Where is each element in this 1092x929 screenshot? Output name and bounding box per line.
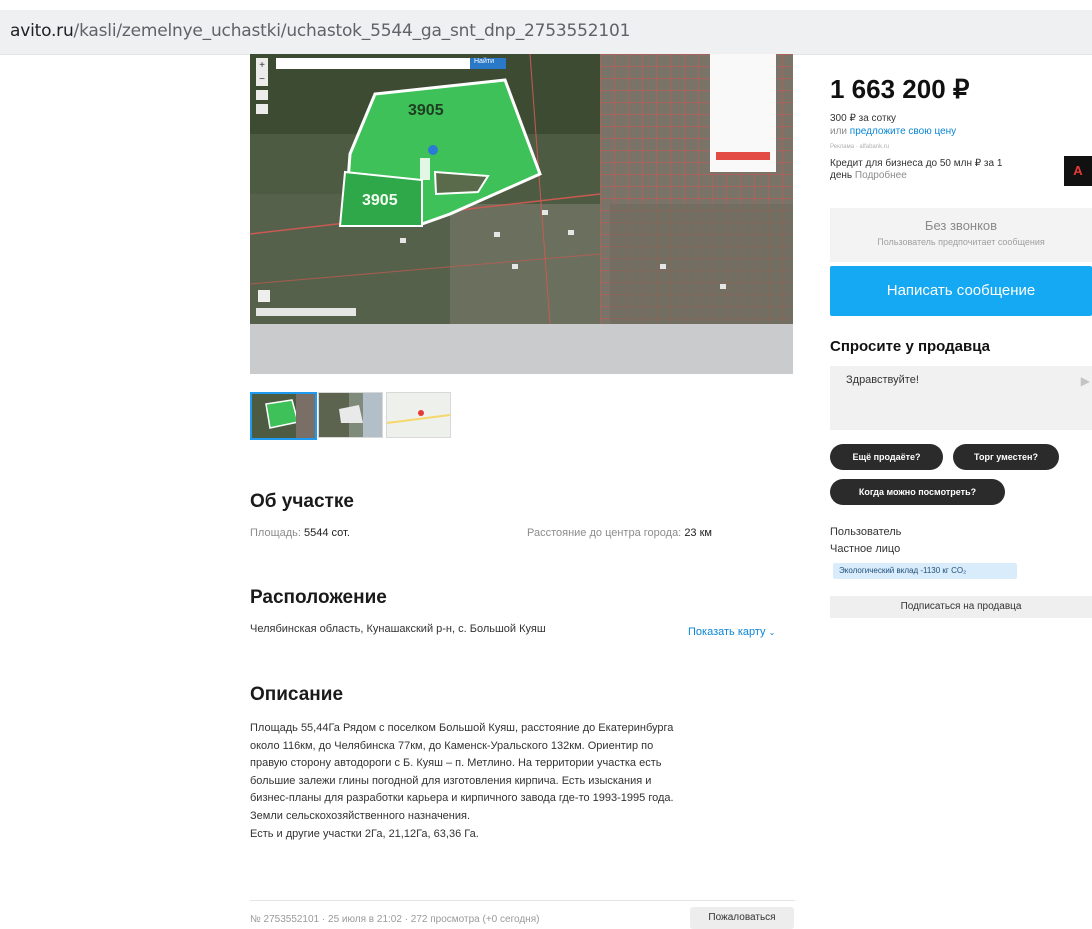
browser-address-bar[interactable]: avito.ru/kasli/zemelnye_uchastki/uchasto…: [0, 10, 1092, 55]
chip-still-selling[interactable]: Ещё продаёте?: [830, 444, 943, 470]
seller-type: Частное лицо: [830, 543, 901, 555]
main-photo[interactable]: + − 3905 3905 Найти: [250, 54, 793, 374]
thumbnail-1[interactable]: [250, 392, 317, 440]
description-text: Площадь 55,44Га Рядом с поселком Большой…: [250, 722, 674, 840]
svg-text:+: +: [259, 60, 265, 71]
parcel-label-1: 3905: [408, 102, 444, 119]
chevron-down-icon: ⌄: [768, 628, 776, 637]
offer-price-link[interactable]: предложите свою цену: [850, 126, 956, 137]
eco-badge: Экологический вклад -1130 кг CO₂: [833, 563, 1017, 579]
parcel-label-2: 3905: [362, 192, 398, 209]
chip-when-view[interactable]: Когда можно посмотреть?: [830, 479, 1005, 505]
ask-seller-title: Спросите у продавца: [830, 338, 990, 355]
no-calls-subtitle: Пользователь предпочитает сообщения: [877, 237, 1045, 247]
address-text: Челябинская область, Кунашакский р-н, с.…: [250, 623, 546, 635]
map-search-label: Найти: [474, 58, 494, 65]
url-text: avito.ru/kasli/zemelnye_uchastki/uchasto…: [10, 21, 631, 41]
area-value: 5544 сот.: [304, 527, 350, 539]
credit-more-link[interactable]: Подробнее: [855, 170, 907, 181]
listing-footer: № 2753552101 · 25 июля в 21:02 · 272 про…: [250, 900, 795, 929]
area-row: Площадь: 5544 сот.: [250, 527, 350, 539]
price: 1 663 200 ₽: [830, 74, 970, 104]
chip-bargain[interactable]: Торг уместен?: [953, 444, 1059, 470]
offer-price-row: или предложите свою цену: [830, 126, 957, 137]
alfabank-logo-icon: А: [1064, 156, 1092, 186]
distance-value: 23 км: [684, 527, 712, 539]
listing-meta: № 2753552101 · 25 июля в 21:02 · 272 про…: [250, 914, 540, 925]
svg-text:−: −: [259, 74, 265, 85]
ask-seller-input[interactable]: Здравствуйте! ▶: [830, 366, 1092, 430]
seller-name[interactable]: Пользователь: [830, 526, 901, 538]
no-calls-title: Без звонков: [924, 218, 998, 233]
map-pin-icon: [428, 145, 438, 155]
show-map-link[interactable]: Показать карту ⌄: [688, 626, 775, 638]
subscribe-button[interactable]: Подписаться на продавца: [830, 596, 1092, 618]
price-per-unit: 300 ₽ за сотку: [830, 113, 897, 124]
distance-row: Расстояние до центра города: 23 км: [527, 527, 712, 539]
ad-label: Реклама · alfabank.ru: [830, 144, 890, 150]
write-message-button[interactable]: Написать сообщение: [830, 266, 1092, 316]
thumbnail-3[interactable]: [386, 392, 451, 438]
send-icon[interactable]: ▶: [1081, 374, 1090, 388]
credit-ad[interactable]: Кредит для бизнеса до 50 млн ₽ за 1 день…: [830, 158, 1060, 182]
description-title: Описание: [250, 684, 344, 705]
no-calls-box: Без звонков Пользователь предпочитает со…: [830, 208, 1092, 262]
location-title: Расположение: [250, 587, 387, 608]
about-title: Об участке: [250, 491, 354, 512]
thumbnail-2[interactable]: [318, 392, 383, 438]
ask-seller-text: Здравствуйте!: [846, 374, 919, 386]
map-image: + −: [250, 54, 793, 374]
